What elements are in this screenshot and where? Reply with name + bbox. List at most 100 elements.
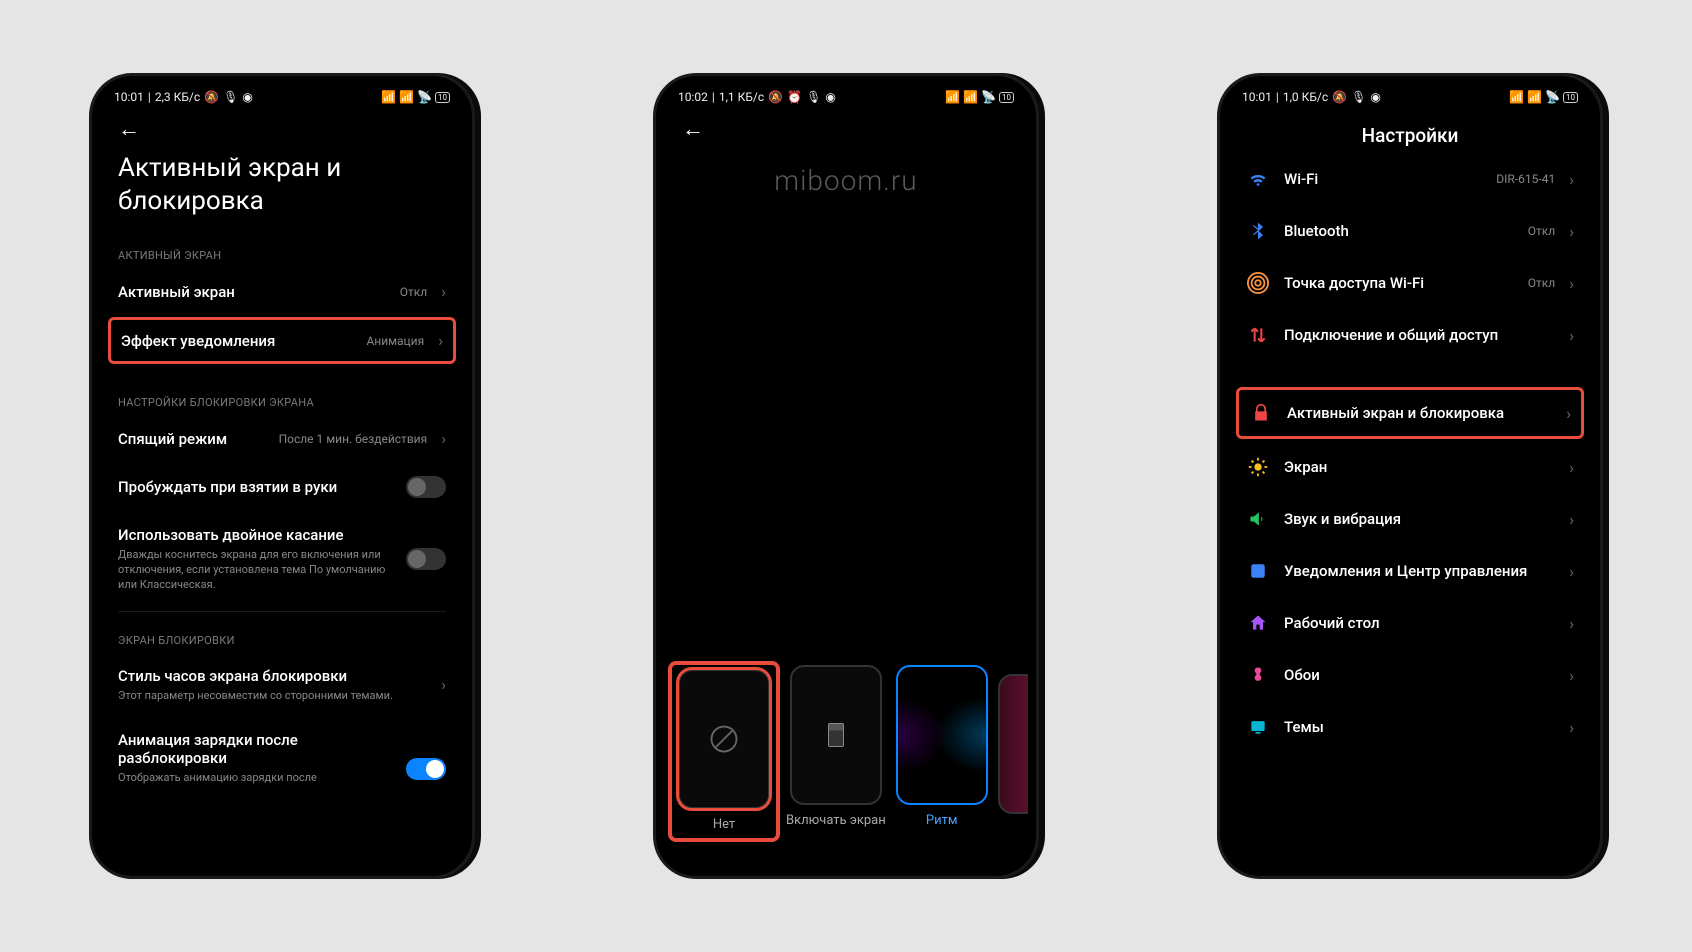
signal-icon: 📶 — [1509, 90, 1524, 104]
back-button[interactable]: ← — [664, 106, 1028, 148]
chevron-right-icon: › — [441, 429, 446, 448]
section-header: ЭКРАН БЛОКИРОВКИ — [100, 616, 464, 653]
status-bar: 10:01 | 2,3 КБ/с 🔕 🎙 ◉ 📶 📶 📡 10 — [100, 84, 464, 106]
row-connection-share[interactable]: Подключение и общий доступ › — [1228, 309, 1592, 361]
option-label: Ритм — [926, 813, 958, 828]
row-themes[interactable]: Темы › — [1228, 701, 1592, 753]
toggle-switch[interactable] — [406, 758, 446, 780]
row-label: Активный экран и блокировка — [1287, 404, 1552, 422]
home-icon — [1246, 611, 1270, 635]
row-label: Звук и вибрация — [1284, 510, 1555, 528]
mic-icon: 🎙 — [806, 90, 821, 104]
row-subtitle: Этот параметр несовместим со сторонними … — [118, 689, 427, 704]
row-notifications[interactable]: Уведомления и Центр управления › — [1228, 545, 1592, 597]
chevron-right-icon: › — [441, 675, 446, 694]
dnd-icon: 🔕 — [1332, 90, 1347, 104]
back-button[interactable]: ← — [100, 106, 464, 148]
row-label: Обои — [1284, 666, 1555, 684]
chevron-right-icon: › — [1569, 458, 1574, 477]
row-clock-style[interactable]: Стиль часов экрана блокировки Этот парам… — [100, 653, 464, 718]
row-sleep-mode[interactable]: Спящий режим После 1 мин. бездействия › — [100, 415, 464, 462]
effect-options: Нет Включать экран Ритм — [664, 665, 1028, 838]
row-hotspot[interactable]: Точка доступа Wi-Fi Откл › — [1228, 257, 1592, 309]
status-net-speed: 1,0 КБ/с — [1283, 90, 1328, 104]
row-value: Откл — [400, 285, 427, 299]
status-time: 10:01 — [114, 90, 144, 104]
lock-icon — [1249, 401, 1273, 425]
chevron-right-icon: › — [438, 331, 443, 350]
row-display[interactable]: Экран › — [1228, 441, 1592, 493]
none-icon — [709, 724, 739, 754]
chevron-right-icon: › — [1569, 666, 1574, 685]
spacer — [1228, 361, 1592, 385]
phone-mockup-2: 10:02 | 1,1 КБ/с 🔕 ⏰ 🎙 ◉ 📶 📶 📡 10 ← mibo… — [656, 76, 1036, 876]
page-title: Настройки — [1228, 106, 1592, 153]
toggle-switch[interactable] — [406, 476, 446, 498]
row-charge-animation[interactable]: Анимация зарядки после разблокировки Ото… — [100, 717, 464, 800]
viber-icon: ◉ — [825, 90, 835, 104]
option-none[interactable]: Нет — [672, 665, 776, 838]
row-subtitle: Отображать анимацию зарядки после — [118, 771, 392, 786]
page-title: Активный экран и блокировка — [100, 148, 464, 231]
row-value: DIR-615-41 — [1496, 172, 1555, 186]
row-wallpaper[interactable]: Обои › — [1228, 649, 1592, 701]
row-label: Рабочий стол — [1284, 614, 1555, 632]
wifi-icon: 📡 — [417, 90, 432, 104]
option-wake-screen[interactable]: Включать экран — [786, 665, 886, 838]
row-double-tap[interactable]: Использовать двойное касание Дважды косн… — [100, 512, 464, 607]
row-label: Анимация зарядки после разблокировки — [118, 731, 392, 767]
row-value: После 1 мин. бездействия — [279, 432, 428, 446]
chevron-right-icon: › — [1569, 614, 1574, 633]
row-value: Откл — [1528, 224, 1555, 238]
row-label: Эффект уведомления — [121, 332, 352, 350]
alarm-icon: ⏰ — [787, 90, 802, 104]
row-lock-screen[interactable]: Активный экран и блокировка › — [1236, 387, 1584, 439]
section-header: НАСТРОЙКИ БЛОКИРОВКИ ЭКРАНА — [100, 366, 464, 415]
brightness-icon — [1246, 455, 1270, 479]
status-net-speed: 1,1 КБ/с — [719, 90, 764, 104]
row-notification-effect[interactable]: Эффект уведомления Анимация › — [108, 317, 456, 364]
wifi-icon — [1246, 167, 1270, 191]
option-rhythm[interactable]: Ритм — [896, 665, 988, 838]
status-separator: | — [148, 90, 151, 104]
chevron-right-icon: › — [1569, 170, 1574, 189]
option-partial-next[interactable] — [998, 674, 1028, 814]
toggle-switch[interactable] — [406, 548, 446, 570]
themes-icon — [1246, 715, 1270, 739]
chevron-right-icon: › — [1569, 222, 1574, 241]
status-separator: | — [712, 90, 715, 104]
dnd-icon: 🔕 — [768, 90, 783, 104]
share-icon — [1246, 323, 1270, 347]
row-home[interactable]: Рабочий стол › — [1228, 597, 1592, 649]
row-active-screen[interactable]: Активный экран Откл › — [100, 268, 464, 315]
row-value: Анимация — [366, 334, 424, 348]
row-label: Экран — [1284, 458, 1555, 476]
wifi-icon: 📡 — [1545, 90, 1560, 104]
row-sound[interactable]: Звук и вибрация › — [1228, 493, 1592, 545]
section-header: АКТИВНЫЙ ЭКРАН — [100, 231, 464, 268]
row-wifi[interactable]: Wi-Fi DIR-615-41 › — [1228, 153, 1592, 205]
mic-icon: 🎙 — [1351, 90, 1366, 104]
chevron-right-icon: › — [1569, 718, 1574, 737]
battery-icon: 10 — [999, 92, 1014, 103]
watermark-text: miboom.ru — [774, 164, 917, 197]
sound-icon — [1246, 507, 1270, 531]
phone-mockup-1: 10:01 | 2,3 КБ/с 🔕 🎙 ◉ 📶 📶 📡 10 ← Активн… — [92, 76, 472, 876]
screen: 10:02 | 1,1 КБ/с 🔕 ⏰ 🎙 ◉ 📶 📶 📡 10 ← mibo… — [664, 84, 1028, 868]
signal-icon: 📶 — [963, 90, 978, 104]
wallpaper-icon — [1246, 663, 1270, 687]
signal-icon: 📶 — [381, 90, 396, 104]
row-wake-on-pickup[interactable]: Пробуждать при взятии в руки — [100, 462, 464, 512]
status-net-speed: 2,3 КБ/с — [155, 90, 200, 104]
bluetooth-icon — [1246, 219, 1270, 243]
row-value: Откл — [1528, 276, 1555, 290]
signal-icon: 📶 — [945, 90, 960, 104]
row-bluetooth[interactable]: Bluetooth Откл › — [1228, 205, 1592, 257]
hotspot-icon — [1246, 271, 1270, 295]
viber-icon: ◉ — [242, 90, 252, 104]
chevron-right-icon: › — [1569, 274, 1574, 293]
phone-mockup-3: 10:01 | 1,0 КБ/с 🔕 🎙 ◉ 📶 📶 📡 10 Настройк… — [1220, 76, 1600, 876]
notifications-icon — [1246, 559, 1270, 583]
screen: 10:01 | 2,3 КБ/с 🔕 🎙 ◉ 📶 📶 📡 10 ← Активн… — [100, 84, 464, 868]
status-separator: | — [1276, 90, 1279, 104]
